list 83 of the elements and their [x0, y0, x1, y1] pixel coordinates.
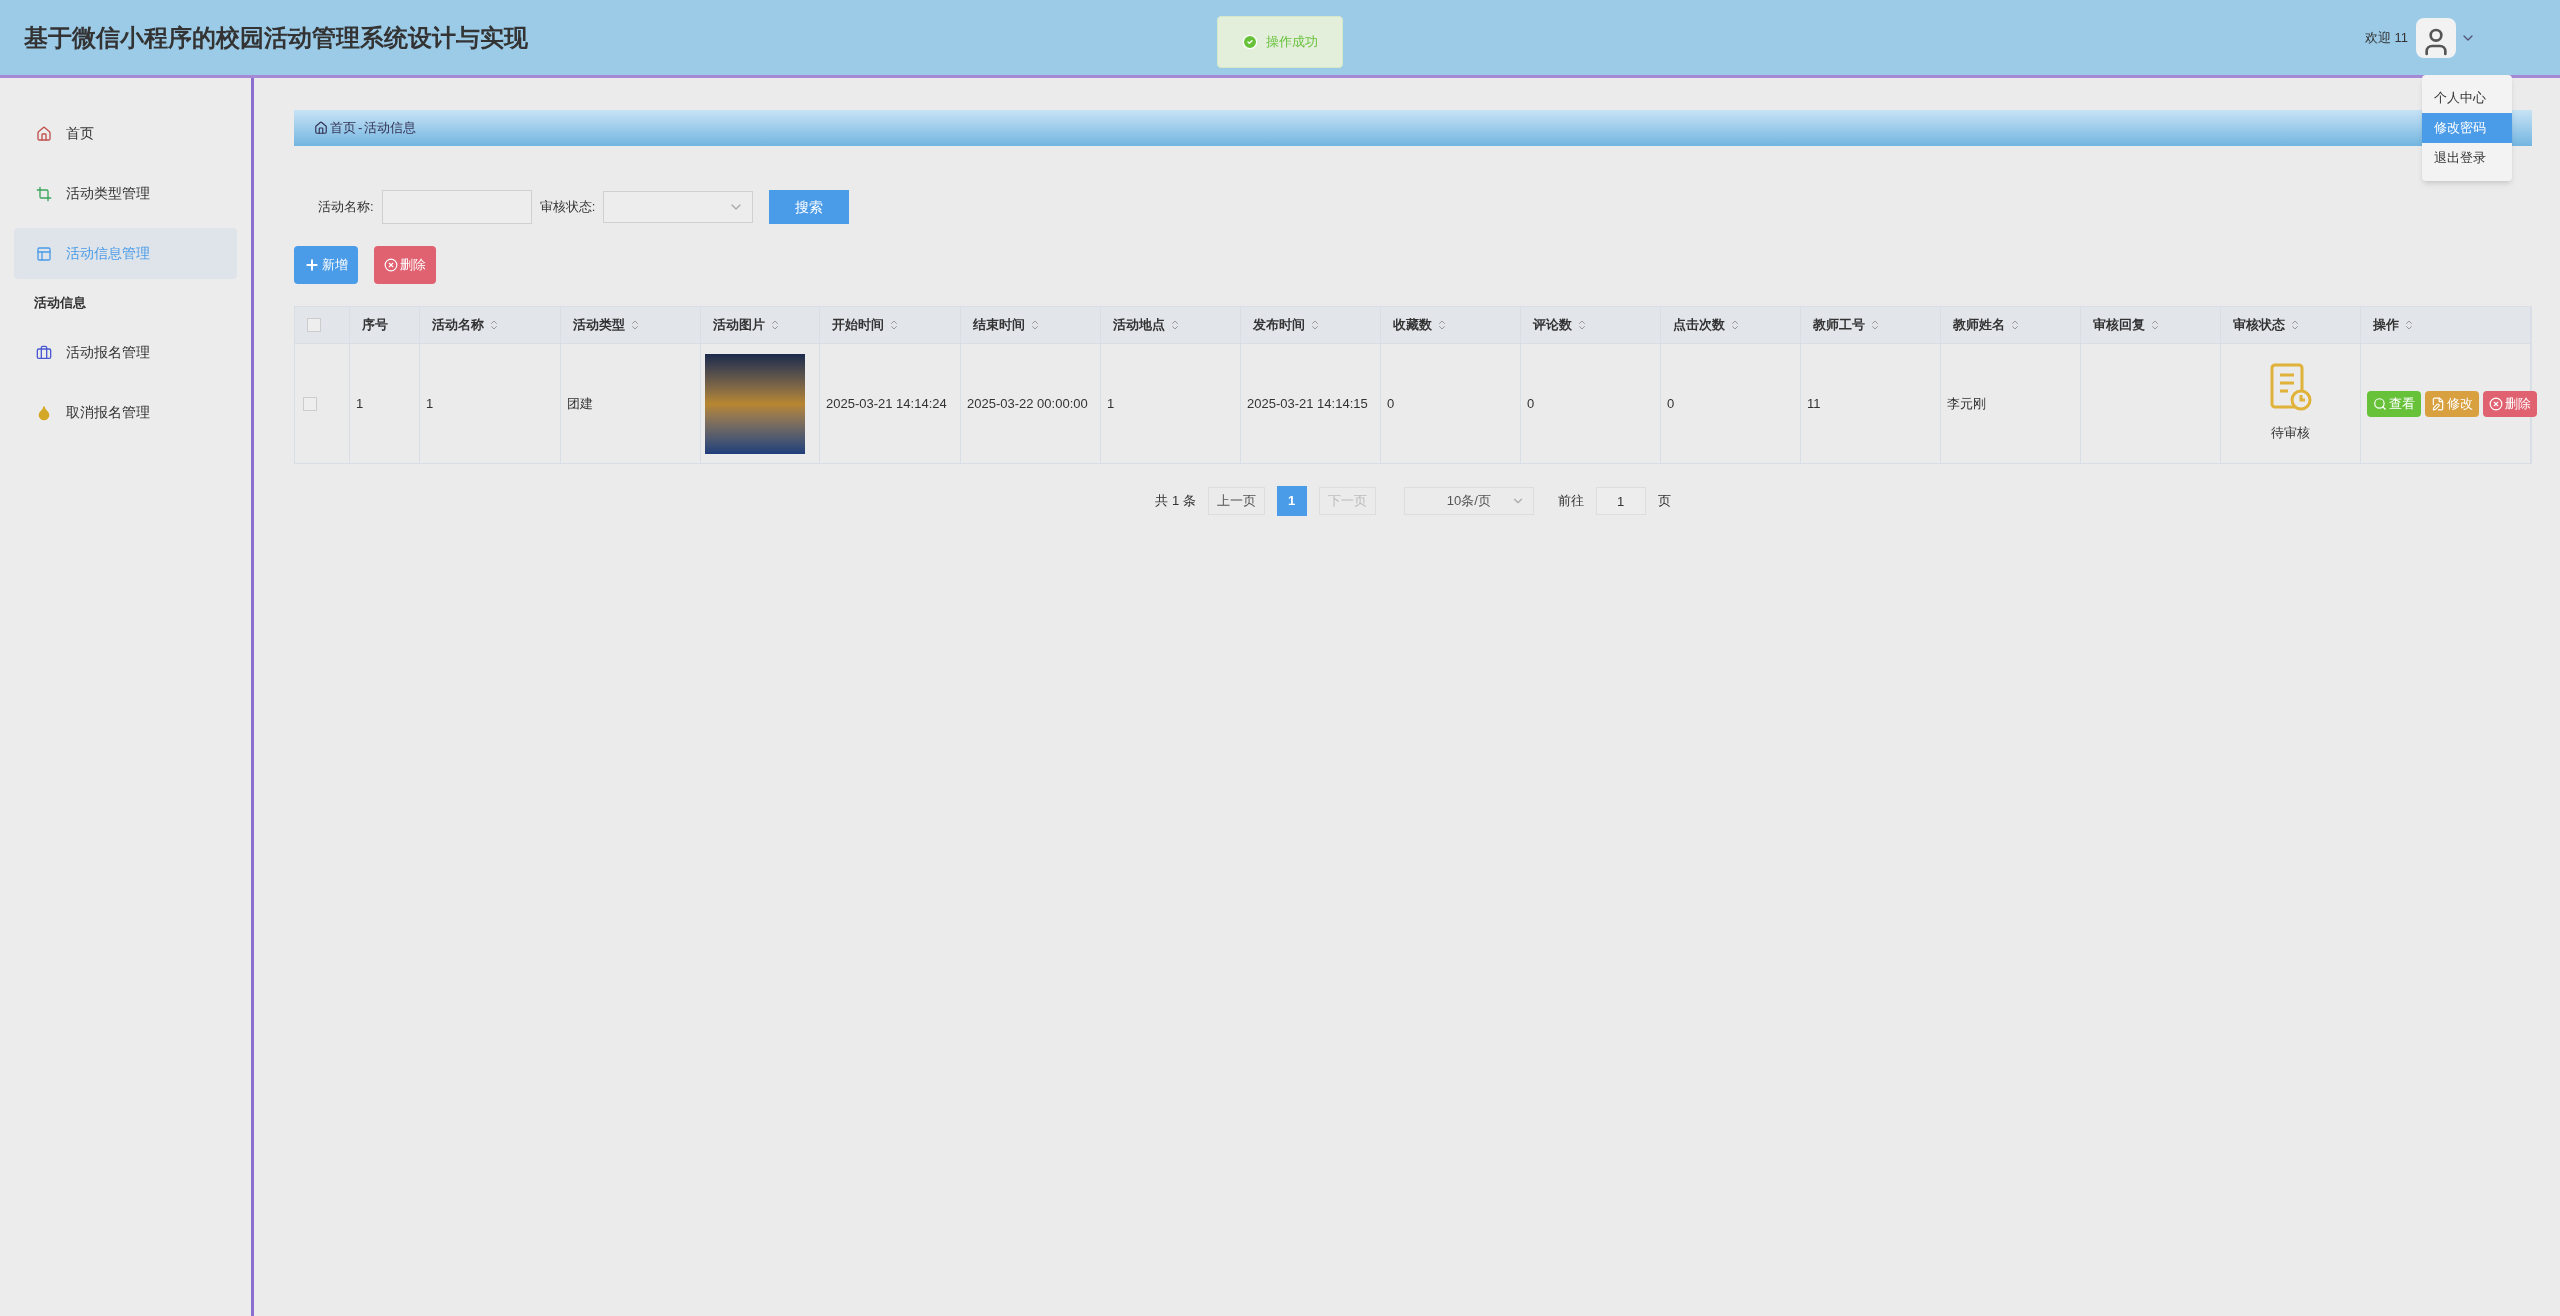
- briefcase-icon: [36, 344, 52, 361]
- table-cell-text: 1: [1107, 394, 1115, 413]
- menu-item[interactable]: 退出登录: [2422, 143, 2512, 173]
- sort-icon[interactable]: [2403, 319, 2415, 331]
- sidebar-item[interactable]: 活动类型管理: [14, 168, 237, 219]
- total-count: 共 1 条: [1155, 492, 1196, 511]
- home-icon: [36, 125, 52, 142]
- input-field[interactable]: [381, 190, 532, 224]
- column-header[interactable]: 操作: [2373, 315, 2399, 335]
- column-header[interactable]: 发布时间: [1253, 315, 1305, 335]
- page-size-select[interactable]: 10条/页: [1403, 487, 1534, 515]
- status-text: 待审核: [2271, 423, 2310, 442]
- close-circle-icon: [384, 258, 398, 272]
- drop-icon: [36, 404, 52, 421]
- table-cell-text: 11: [1807, 394, 1821, 413]
- sidebar-group-title: 活动信息: [33, 294, 87, 313]
- sort-icon[interactable]: [2289, 319, 2301, 331]
- table-cell-text: 李元刚: [1947, 394, 1986, 413]
- sort-icon[interactable]: [1169, 319, 1181, 331]
- sort-icon[interactable]: [888, 319, 900, 331]
- table-cell-text: 0: [1667, 394, 1675, 413]
- sort-icon[interactable]: [1729, 319, 1741, 331]
- sort-icon[interactable]: [1869, 319, 1881, 331]
- table-cell-text: 0: [1387, 394, 1395, 413]
- home-icon: [314, 121, 328, 135]
- column-header[interactable]: 序号: [362, 315, 388, 335]
- select-field[interactable]: [603, 191, 754, 223]
- edit-icon: [2431, 396, 2445, 411]
- column-header[interactable]: 收藏数: [1393, 315, 1432, 335]
- check-icon: [1242, 34, 1258, 50]
- welcome-text: 欢迎 11: [2364, 28, 2408, 47]
- prev-page-button[interactable]: 上一页: [1207, 487, 1265, 515]
- avatar[interactable]: [2416, 17, 2456, 58]
- page-suffix: 页: [1657, 492, 1671, 511]
- pending-document-icon: [2268, 361, 2313, 412]
- table-cell-text: 2025-03-21 14:14:24: [826, 394, 947, 413]
- sort-icon[interactable]: [1309, 319, 1321, 331]
- column-header[interactable]: 开始时间: [832, 315, 884, 335]
- sort-icon[interactable]: [1029, 319, 1041, 331]
- column-header[interactable]: 审核状态: [2233, 315, 2285, 335]
- success-toast: 操作成功: [1217, 16, 1343, 68]
- sort-icon[interactable]: [488, 319, 500, 331]
- close-circle-icon: [2489, 396, 2503, 411]
- column-header[interactable]: 点击次数: [1673, 315, 1725, 335]
- breadcrumb-item[interactable]: 首页: [330, 118, 356, 138]
- field-label: 审核状态:: [539, 198, 596, 217]
- breadcrumb-item[interactable]: 活动信息: [364, 118, 417, 138]
- column-header[interactable]: 评论数: [1533, 315, 1572, 335]
- sidebar-item[interactable]: 活动报名管理: [14, 327, 237, 378]
- sort-icon[interactable]: [2009, 319, 2021, 331]
- layout-icon: [36, 245, 52, 262]
- sort-icon[interactable]: [1576, 319, 1588, 331]
- field-label: 活动名称:: [318, 198, 374, 217]
- table-cell-text: 2025-03-22 00:00:00: [967, 394, 1088, 413]
- table-cell-text: 2025-03-21 14:14:15: [1247, 394, 1368, 413]
- column-header[interactable]: 活动图片: [713, 315, 765, 335]
- table-cell-text: 1: [426, 394, 434, 413]
- sort-icon[interactable]: [1436, 319, 1448, 331]
- search-icon: [2373, 396, 2387, 411]
- goto-label: 前往: [1557, 492, 1584, 511]
- breadcrumb-item: -: [358, 119, 363, 138]
- sidebar-item[interactable]: 取消报名管理: [14, 387, 237, 438]
- goto-page-field[interactable]: 1: [1595, 487, 1646, 515]
- column-header[interactable]: 活动地点: [1113, 315, 1165, 335]
- sort-icon[interactable]: [769, 319, 781, 331]
- column-header[interactable]: 活动类型: [573, 315, 625, 335]
- column-header[interactable]: 教师工号: [1813, 315, 1865, 335]
- app-title: 基于微信小程序的校园活动管理系统设计与实现: [24, 22, 528, 53]
- table-cell-text: 1: [356, 394, 364, 413]
- menu-item[interactable]: 个人中心: [2422, 83, 2512, 113]
- sort-icon[interactable]: [629, 319, 641, 331]
- plus-icon: [304, 257, 320, 273]
- column-header[interactable]: 教师姓名: [1953, 315, 2005, 335]
- header-checkbox[interactable]: [307, 318, 321, 332]
- column-header[interactable]: 审核回复: [2093, 315, 2145, 335]
- sidebar-item[interactable]: 首页: [14, 108, 237, 159]
- column-header[interactable]: 活动名称: [432, 315, 484, 335]
- table-cell-text: 0: [1527, 394, 1535, 413]
- crop-icon: [36, 185, 52, 202]
- row-checkbox[interactable]: [303, 396, 317, 411]
- sort-icon[interactable]: [2149, 319, 2161, 331]
- column-header[interactable]: 结束时间: [973, 315, 1025, 335]
- table-cell-text: 团建: [567, 394, 593, 413]
